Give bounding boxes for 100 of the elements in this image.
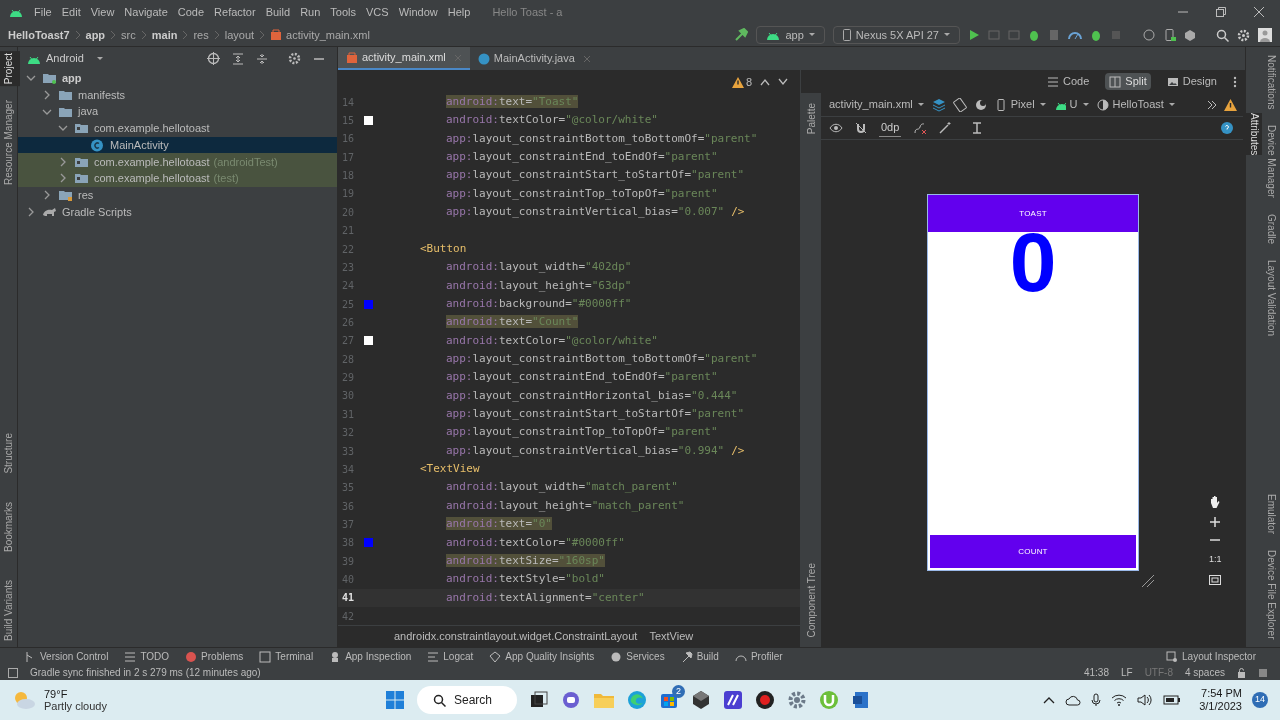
- tree-item[interactable]: Gradle Scripts: [18, 203, 337, 221]
- tree-item[interactable]: res: [18, 186, 337, 204]
- layers-icon[interactable]: [931, 97, 946, 112]
- color-swatch[interactable]: [364, 336, 373, 346]
- menu-item[interactable]: Navigate: [124, 3, 168, 21]
- fit-screen-icon[interactable]: [1209, 574, 1222, 585]
- editor-tab[interactable]: activity_main.xml: [338, 47, 470, 70]
- settings-icon[interactable]: [288, 52, 301, 65]
- collapse-chevron-icon[interactable]: [42, 90, 52, 101]
- tool-window-tab[interactable]: Bookmarks: [0, 500, 20, 555]
- crosshair-icon[interactable]: [207, 52, 220, 65]
- gear-icon[interactable]: [787, 690, 807, 710]
- tool-window-button[interactable]: Problems: [185, 649, 244, 664]
- breadcrumb-link[interactable]: src: [121, 26, 136, 44]
- hand-icon[interactable]: [1209, 495, 1222, 509]
- eye-icon[interactable]: [829, 123, 843, 133]
- caret-position[interactable]: 41:38: [1083, 665, 1109, 680]
- clock[interactable]: 7:54 PM 3/1/2023: [1199, 687, 1242, 713]
- previous-icon[interactable]: [760, 78, 770, 87]
- cube-icon[interactable]: [691, 690, 711, 710]
- tool-window-tab[interactable]: Layout Validation: [1263, 260, 1279, 337]
- device-dropdown[interactable]: Nexus 5X API 27: [832, 26, 960, 44]
- count-button[interactable]: COUNT: [930, 535, 1136, 568]
- tool-window-button[interactable]: TODO: [124, 649, 170, 664]
- document-icon[interactable]: [851, 690, 871, 710]
- notification-badge[interactable]: 14: [1252, 692, 1268, 708]
- menu-item[interactable]: View: [90, 3, 115, 21]
- project-view-dropdown[interactable]: Android: [26, 50, 104, 67]
- toast-button[interactable]: TOAST: [928, 195, 1138, 232]
- device-manager-icon[interactable]: [1164, 29, 1176, 41]
- tool-window-tab[interactable]: Gradle: [1263, 214, 1279, 245]
- view-mode-button[interactable]: Code: [1043, 73, 1094, 90]
- tool-window-button[interactable]: Layout Inspector: [1166, 649, 1256, 664]
- tool-window-tab[interactable]: Resource Manager: [0, 98, 20, 188]
- color-swatch[interactable]: [364, 299, 373, 309]
- collapse-chevron-icon[interactable]: [58, 173, 68, 184]
- cloud-icon[interactable]: [1065, 694, 1082, 706]
- tree-item[interactable]: manifests: [18, 86, 337, 104]
- hammer-icon[interactable]: [734, 28, 749, 42]
- file-dropdown[interactable]: activity_main.xml: [829, 96, 925, 113]
- color-swatch[interactable]: [364, 538, 373, 548]
- windows-start-icon[interactable]: [385, 690, 405, 710]
- microphone-icon[interactable]: [1091, 693, 1102, 707]
- menu-item[interactable]: Code: [177, 3, 205, 21]
- view-mode-button[interactable]: Design: [1162, 73, 1221, 90]
- collapse-chevron-icon[interactable]: [42, 190, 52, 201]
- menu-item[interactable]: Refactor: [214, 3, 256, 21]
- breadcrumb-link[interactable]: res: [193, 26, 209, 44]
- breadcrumb-link[interactable]: androidx.constraintlayout.widget.ConstraintLayout: [394, 628, 638, 645]
- tool-window-tab[interactable]: Notifications: [1263, 55, 1279, 110]
- warning-count[interactable]: 8: [731, 74, 752, 91]
- tool-window-button[interactable]: Services: [610, 649, 665, 664]
- magnet-off-icon[interactable]: [855, 122, 867, 134]
- tool-window-tab[interactable]: Build Variants: [0, 578, 20, 643]
- more-options-icon[interactable]: [1233, 75, 1237, 88]
- breadcrumb-link[interactable]: layout: [224, 26, 255, 44]
- clear-constraints-icon[interactable]: [913, 122, 928, 134]
- lock-icon[interactable]: [1237, 667, 1246, 678]
- breadcrumb-link[interactable]: TextView: [649, 628, 694, 645]
- tool-window-tab[interactable]: Device Manager: [1263, 125, 1279, 199]
- api-dropdown[interactable]: U: [1053, 96, 1090, 113]
- tool-window-button[interactable]: Profiler: [734, 649, 783, 664]
- restore-icon[interactable]: [1216, 7, 1226, 17]
- tool-window-button[interactable]: Logcat: [427, 649, 474, 664]
- tool-window-button[interactable]: App Inspection: [329, 649, 412, 664]
- battery-icon[interactable]: [1163, 694, 1182, 706]
- breadcrumb-link[interactable]: HelloToast7: [8, 26, 70, 44]
- chevron-up-icon[interactable]: [1043, 696, 1056, 704]
- collapse-all-icon[interactable]: [256, 52, 268, 65]
- search-icon[interactable]: [1216, 28, 1229, 42]
- debug-bug-icon[interactable]: [1028, 29, 1040, 41]
- settings-icon[interactable]: [1237, 28, 1250, 42]
- task-view-icon[interactable]: [529, 690, 549, 710]
- tool-window-tab[interactable]: Emulator: [1263, 493, 1279, 534]
- device-dropdown[interactable]: Pixel: [994, 96, 1047, 113]
- indent-setting[interactable]: 4 spaces: [1184, 665, 1225, 680]
- overflow-icon[interactable]: [1207, 99, 1217, 110]
- run-icon[interactable]: [968, 29, 980, 41]
- actual-size-button[interactable]: 1:1: [1209, 553, 1222, 567]
- help-icon[interactable]: [1221, 122, 1233, 134]
- volume-icon[interactable]: [1137, 694, 1154, 706]
- tool-window-tab[interactable]: Device File Explorer: [1263, 549, 1279, 639]
- margin-field[interactable]: 0dp: [879, 119, 902, 137]
- baseline-icon[interactable]: [971, 122, 984, 134]
- tool-window-tab[interactable]: Project: [0, 51, 20, 87]
- tool-window-button[interactable]: App Quality Insights: [489, 649, 595, 664]
- tool-window-button[interactable]: Version Control: [24, 649, 109, 664]
- profiler-gauge-icon[interactable]: [1068, 29, 1082, 41]
- app-icon[interactable]: [723, 690, 743, 710]
- tool-window-button[interactable]: Terminal: [259, 649, 314, 664]
- tree-item[interactable]: app: [18, 70, 337, 87]
- configuration-dropdown[interactable]: app: [756, 26, 825, 44]
- component-tree-tab[interactable]: Component Tree: [799, 560, 823, 639]
- collapse-chevron-icon[interactable]: [26, 206, 36, 217]
- chat-icon[interactable]: [561, 690, 581, 710]
- color-swatch[interactable]: [364, 116, 373, 126]
- resize-handle-icon[interactable]: [1141, 574, 1155, 588]
- editor-tab[interactable]: MainActivity.java: [469, 47, 599, 70]
- menu-item[interactable]: VCS: [366, 3, 389, 21]
- warning-icon[interactable]: [1224, 98, 1237, 111]
